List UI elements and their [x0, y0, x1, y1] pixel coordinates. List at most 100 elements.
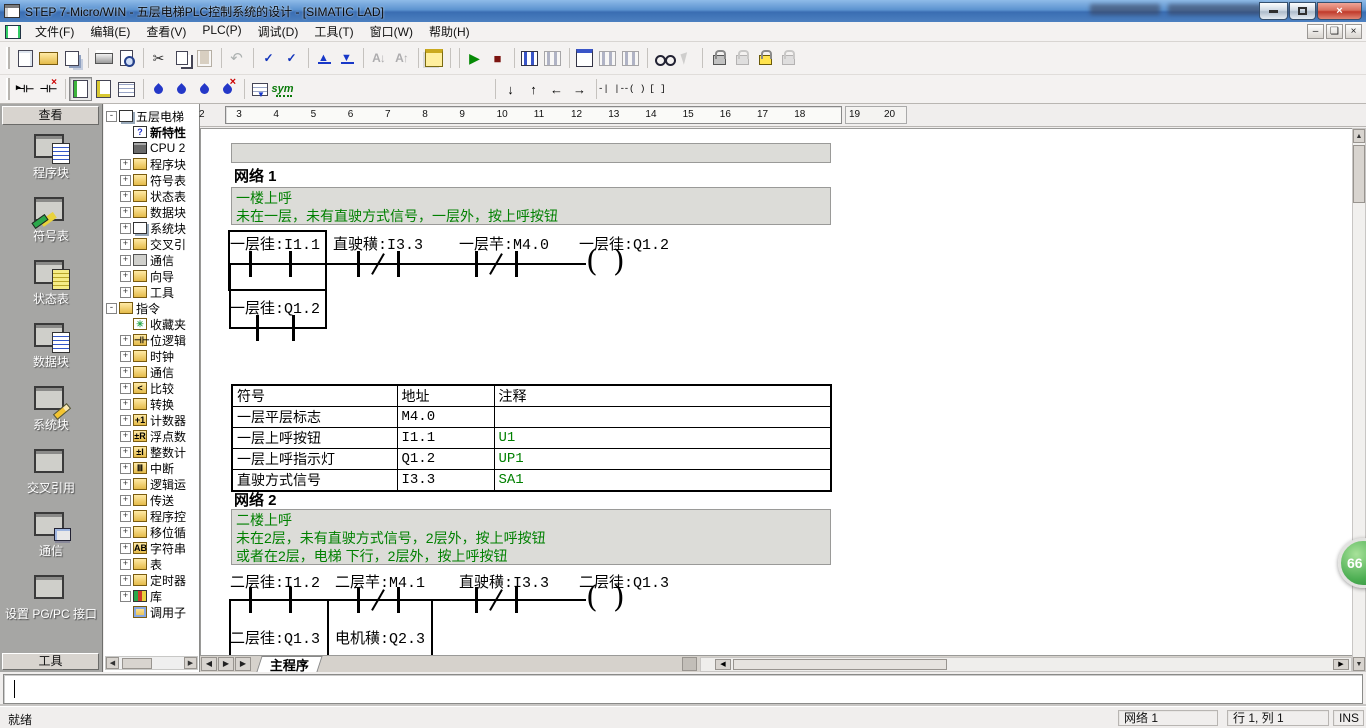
toolbar-separator[interactable]	[490, 77, 499, 101]
tree-item[interactable]: + +1 计数器	[106, 412, 199, 428]
menu-item[interactable]: 文件(F)	[27, 21, 82, 42]
tab-scroll-next-icon[interactable]: ▶	[235, 657, 251, 671]
tree-expander-icon[interactable]: +	[120, 494, 131, 506]
unlock-icon[interactable]	[729, 46, 752, 70]
coil-icon[interactable]: (	[586, 583, 598, 613]
line-right-icon[interactable]: →	[568, 77, 591, 101]
symbol-table-row[interactable]: 直驶方式信号 I3.3 SA1	[231, 469, 832, 492]
tree-item[interactable]: - 五层电梯	[106, 108, 199, 124]
tree-item[interactable]: + 通信	[106, 364, 199, 380]
tab-main-program[interactable]: 主程序	[256, 656, 323, 673]
contact-label[interactable]: 电机穔:Q2.3	[335, 627, 425, 648]
toolbar-separator[interactable]	[564, 46, 573, 70]
contact-label[interactable]: 一层芉:M4.0	[459, 233, 549, 254]
options-icon[interactable]	[422, 46, 445, 70]
contact-label[interactable]: 直驶穔:I3.3	[333, 233, 423, 254]
upload-icon[interactable]: ▲	[312, 46, 335, 70]
pause-program-status-icon[interactable]	[541, 46, 564, 70]
tree-item[interactable]: CPU 2	[106, 140, 199, 156]
bookmark-toggle-icon[interactable]	[147, 77, 170, 101]
undo-icon[interactable]: ↶	[225, 46, 248, 70]
scrollbar-thumb[interactable]	[122, 658, 152, 669]
tree-item[interactable]: - 指令	[106, 300, 199, 316]
stop-icon[interactable]: ■	[486, 46, 509, 70]
network-comment[interactable]: 一楼上呼 未在一层，未有直驶方式信号，一层外，按上呼按钮	[231, 187, 831, 225]
toolbar-separator[interactable]	[454, 46, 463, 70]
lock-icon[interactable]	[706, 46, 729, 70]
contact-bar-icon[interactable]	[249, 587, 252, 613]
tree-expander-icon[interactable]: +	[120, 158, 131, 170]
toolbar-separator[interactable]	[509, 46, 518, 70]
viewbar-cross-reference[interactable]: 交叉引用	[0, 447, 102, 510]
tree-expander-icon[interactable]: +	[120, 398, 131, 410]
view-lad-icon[interactable]	[69, 77, 92, 101]
contact-label[interactable]: 一层徍:Q1.2	[230, 297, 320, 318]
comment-cell[interactable]	[493, 406, 832, 428]
pause-chart-status-icon[interactable]	[596, 46, 619, 70]
tree-expander-icon[interactable]: +	[120, 558, 131, 570]
toolbar-spacer[interactable]	[294, 77, 490, 101]
tree-expander-icon[interactable]: +	[120, 526, 131, 538]
scroll-right-icon[interactable]: ▶	[184, 657, 197, 669]
insert-network-icon[interactable]: ⊣⊢	[14, 77, 37, 101]
tree-expander-icon[interactable]: -	[106, 110, 117, 122]
menu-item[interactable]: 帮助(H)	[421, 21, 478, 42]
tree-item[interactable]: ? 新特性	[106, 124, 199, 140]
address-cell[interactable]: I1.1	[396, 427, 495, 449]
tab-scroll-prev-icon[interactable]: ▶	[218, 657, 234, 671]
contact-bar-icon[interactable]	[515, 251, 518, 277]
copy-icon[interactable]	[170, 46, 193, 70]
viewbar-header[interactable]: 查看	[2, 106, 99, 125]
minimize-button[interactable]	[1259, 2, 1288, 20]
paste-icon[interactable]	[193, 46, 216, 70]
tree-expander-icon[interactable]: +	[120, 190, 131, 202]
coil-icon[interactable]: )	[613, 583, 625, 613]
compile-icon[interactable]: ✓	[257, 46, 280, 70]
toolbar-separator[interactable]	[303, 46, 312, 70]
symbol-table-row[interactable]: 一层上呼指示灯 Q1.2 UP1	[231, 448, 832, 470]
run-icon[interactable]: ▶	[463, 46, 486, 70]
compile-all-icon[interactable]: ✓	[280, 46, 303, 70]
tree-item[interactable]: + 数据块	[106, 204, 199, 220]
tree-item[interactable]: + 移位循	[106, 524, 199, 540]
insert-box-icon[interactable]: [ ]	[646, 77, 669, 101]
editor-vertical-scrollbar[interactable]: ▲ ▼	[1352, 128, 1366, 672]
toolbar-separator[interactable]	[248, 46, 257, 70]
tree-expander-icon[interactable]: +	[120, 254, 131, 266]
line-down-icon[interactable]: ↓	[499, 77, 522, 101]
program-status-icon[interactable]	[518, 46, 541, 70]
symbolic-addressing-icon[interactable]: sym	[271, 77, 294, 101]
viewbar-status-chart[interactable]: 状态表	[0, 258, 102, 321]
tree-horizontal-scrollbar[interactable]: ◀ ▶	[105, 656, 198, 670]
symbol-name-cell[interactable]: 直驶方式信号	[231, 469, 398, 492]
contact-label[interactable]: 二层芉:M4.1	[335, 571, 425, 592]
tree-expander-icon[interactable]: +	[120, 542, 131, 554]
tree-item[interactable]: + 库	[106, 588, 199, 604]
tree-item[interactable]: + 表	[106, 556, 199, 572]
symbol-name-cell[interactable]: 一层上呼指示灯	[231, 448, 398, 470]
contact-bar-icon[interactable]	[515, 587, 518, 613]
tree-item[interactable]: + 时钟	[106, 348, 199, 364]
contact-label[interactable]: 二层徍:Q1.3	[230, 627, 320, 648]
column-header[interactable]: 注释	[493, 384, 832, 407]
comment-cell[interactable]: U1	[493, 427, 832, 449]
scroll-down-icon[interactable]: ▼	[1353, 657, 1365, 671]
splitter-box[interactable]	[682, 657, 697, 671]
tree-item[interactable]: + Ⅲ 中断	[106, 460, 199, 476]
tree-expander-icon[interactable]: +	[120, 430, 131, 442]
tree-expander-icon[interactable]: +	[120, 206, 131, 218]
tree-item[interactable]: + 程序控	[106, 508, 199, 524]
close-button[interactable]: ×	[1317, 2, 1362, 20]
toolbar-separator[interactable]	[60, 77, 69, 101]
tree-expander-icon[interactable]: +	[120, 446, 131, 458]
download-icon[interactable]: ▼	[335, 46, 358, 70]
toolbar-separator[interactable]	[445, 46, 454, 70]
scroll-left-icon[interactable]: ◀	[715, 659, 731, 670]
ladder-canvas[interactable]: 网络 1 一楼上呼 未在一层，未有直驶方式信号，一层外，按上呼按钮 一层徍:I1.…	[200, 128, 1352, 655]
viewbar-program-block[interactable]: 程序块	[0, 132, 102, 195]
contact-bar-icon[interactable]	[249, 251, 252, 277]
column-header[interactable]: 地址	[396, 384, 495, 407]
toolbar-separator[interactable]	[697, 46, 706, 70]
symbol-table-row[interactable]: 一层平层标志 M4.0	[231, 406, 832, 428]
tree-expander-icon[interactable]: +	[120, 350, 131, 362]
